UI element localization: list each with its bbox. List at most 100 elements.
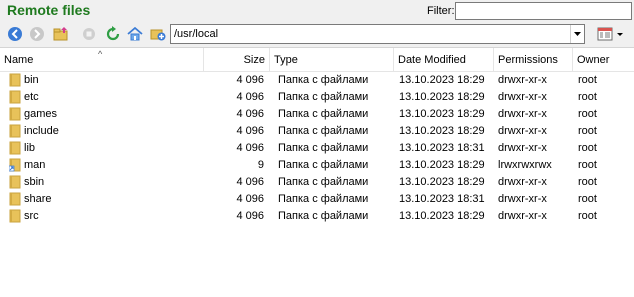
file-permissions: drwxr-xr-x (498, 142, 547, 154)
file-date-modified: 13.10.2023 18:29 (399, 108, 485, 120)
path-combobox[interactable]: /usr/local (170, 24, 585, 44)
column-header-permissions[interactable]: Permissions (494, 48, 573, 72)
folder-icon (9, 141, 21, 155)
file-name: include (24, 125, 59, 137)
file-type: Папка с файлами (278, 159, 369, 171)
file-name: bin (24, 74, 39, 86)
file-type: Папка с файлами (278, 176, 369, 188)
path-text: /usr/local (174, 28, 219, 40)
chevron-down-icon (574, 31, 581, 36)
new-folder-icon (150, 29, 166, 41)
back-button[interactable] (5, 24, 25, 44)
column-header-owner[interactable]: Owner (573, 48, 634, 72)
parent-folder-button[interactable] (51, 24, 71, 44)
file-name: man (24, 159, 46, 171)
folder-icon (9, 175, 21, 189)
file-row[interactable]: include 4 096 Папка с файлами 13.10.2023 18… (0, 123, 634, 140)
file-date-modified: 13.10.2023 18:31 (399, 193, 485, 205)
column-header-date[interactable]: Date Modified (394, 48, 494, 72)
folder-icon (9, 209, 21, 223)
file-date-modified: 13.10.2023 18:29 (399, 91, 485, 103)
file-date-modified: 13.10.2023 18:29 (399, 125, 485, 137)
file-type: Папка с файлами (278, 74, 369, 86)
filter-label: Filter: (427, 5, 455, 17)
file-date-modified: 13.10.2023 18:31 (399, 142, 485, 154)
file-owner: root (578, 142, 597, 154)
file-type: Папка с файлами (278, 142, 369, 154)
forward-arrow-icon (30, 27, 44, 41)
file-row[interactable]: man 9 Папка с файлами 13.10.2023 18:29 lrwxr… (0, 157, 634, 174)
file-permissions: drwxr-xr-x (498, 210, 547, 222)
file-list: ^ Name Size Type Date Modified Permissio… (0, 47, 634, 297)
refresh-button[interactable] (103, 24, 123, 44)
home-icon (127, 26, 143, 41)
file-size: 9 (257, 159, 264, 171)
file-permissions: drwxr-xr-x (498, 125, 547, 137)
file-name: share (24, 193, 52, 205)
column-header-row: ^ Name Size Type Date Modified Permissio… (0, 48, 634, 72)
file-permissions: drwxr-xr-x (498, 193, 547, 205)
file-name: etc (24, 91, 39, 103)
panel-header: Remote files Filter: (0, 0, 634, 22)
file-date-modified: 13.10.2023 18:29 (399, 210, 485, 222)
file-row[interactable]: etc 4 096 Папка с файлами 13.10.2023 18:29 d… (0, 89, 634, 106)
file-size: 4 096 (236, 125, 264, 137)
column-header-name[interactable]: ^ Name (0, 48, 204, 72)
file-size: 4 096 (236, 210, 264, 222)
file-row[interactable]: sbin 4 096 Папка с файлами 13.10.2023 18:29… (0, 174, 634, 191)
file-owner: root (578, 108, 597, 120)
filter-input[interactable] (455, 2, 632, 20)
file-row[interactable]: bin 4 096 Папка с файлами 13.10.2023 18:29 d… (0, 72, 634, 89)
chevron-down-icon (617, 33, 623, 36)
file-row[interactable]: share 4 096 Папка с файлами 13.10.2023 18:3… (0, 191, 634, 208)
file-permissions: drwxr-xr-x (498, 176, 547, 188)
column-header-type[interactable]: Type (270, 48, 394, 72)
folder-icon (9, 107, 21, 121)
file-date-modified: 13.10.2023 18:29 (399, 74, 485, 86)
sort-ascending-icon: ^ (98, 49, 103, 59)
stop-button[interactable] (79, 24, 99, 44)
file-size: 4 096 (236, 176, 264, 188)
toolbar: /usr/local (0, 23, 634, 45)
back-arrow-icon (8, 27, 22, 41)
file-row[interactable]: lib 4 096 Папка с файлами 13.10.2023 18:31 d… (0, 140, 634, 157)
home-button[interactable] (125, 24, 145, 44)
file-row[interactable]: src 4 096 Папка с файлами 13.10.2023 18:29 d… (0, 208, 634, 225)
file-type: Папка с файлами (278, 91, 369, 103)
file-row[interactable]: games 4 096 Папка с файлами 13.10.2023 18:2… (0, 106, 634, 123)
file-permissions: lrwxrwxrwx (498, 159, 552, 171)
file-permissions: drwxr-xr-x (498, 74, 547, 86)
folder-icon (9, 192, 21, 206)
file-name: lib (24, 142, 36, 154)
file-owner: root (578, 74, 597, 86)
stop-icon (83, 28, 95, 40)
file-owner: root (578, 210, 597, 222)
column-label: Name (4, 54, 34, 66)
file-size: 4 096 (236, 74, 264, 86)
file-owner: root (578, 193, 597, 205)
view-mode-button[interactable] (597, 24, 633, 44)
column-header-size[interactable]: Size (204, 48, 270, 72)
file-permissions: drwxr-xr-x (498, 91, 547, 103)
folder-icon (9, 124, 21, 138)
file-size: 4 096 (236, 142, 264, 154)
file-name: src (24, 210, 39, 222)
forward-button[interactable] (27, 24, 47, 44)
file-type: Папка с файлами (278, 108, 369, 120)
new-folder-button[interactable] (148, 24, 168, 44)
folder-link-icon (9, 158, 21, 172)
file-size: 4 096 (236, 193, 264, 205)
file-type: Папка с файлами (278, 193, 369, 205)
file-date-modified: 13.10.2023 18:29 (399, 159, 485, 171)
file-owner: root (578, 125, 597, 137)
file-owner: root (578, 91, 597, 103)
file-permissions: drwxr-xr-x (498, 108, 547, 120)
file-size: 4 096 (236, 108, 264, 120)
path-dropdown-button[interactable] (570, 25, 584, 43)
file-name: sbin (24, 176, 45, 188)
panel-title: Remote files (7, 2, 91, 18)
file-type: Папка с файлами (278, 125, 369, 137)
file-name: games (24, 108, 58, 120)
file-size: 4 096 (236, 91, 264, 103)
file-type: Папка с файлами (278, 210, 369, 222)
